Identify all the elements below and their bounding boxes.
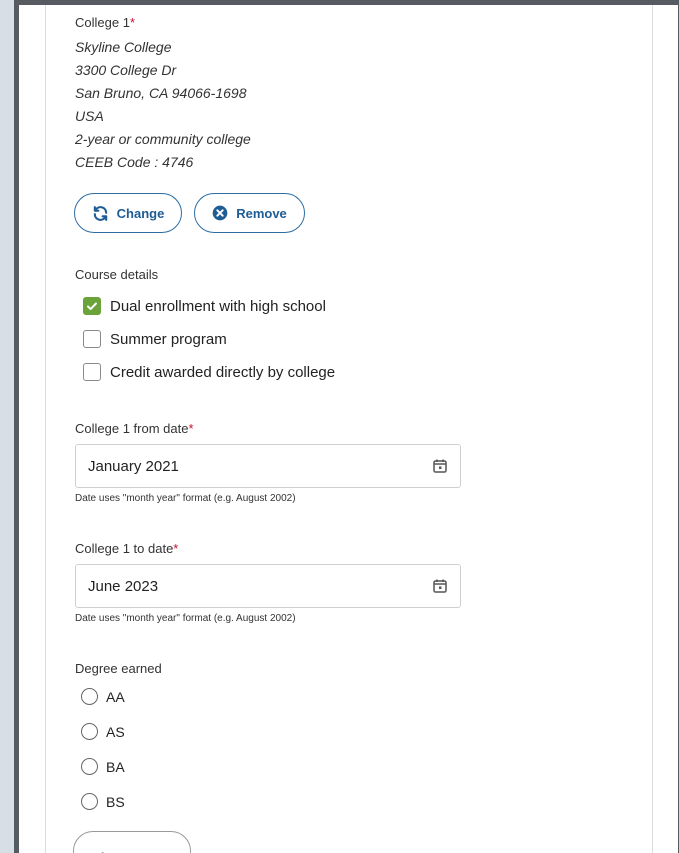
checkbox-box[interactable] (83, 363, 101, 381)
radio-button[interactable] (81, 688, 98, 705)
college-name: Skyline College (75, 39, 172, 55)
to-date-input[interactable]: June 2023 (75, 564, 461, 608)
checkbox-checked-icon[interactable] (83, 297, 101, 315)
to-date-value: June 2023 (88, 577, 159, 595)
radio-button[interactable] (81, 758, 98, 775)
radio-button[interactable] (81, 793, 98, 810)
checkbox-label: Dual enrollment with high school (110, 297, 326, 315)
radio-degree-aa[interactable]: AA (81, 688, 125, 705)
to-date-label: College 1 to date* (75, 541, 178, 556)
clear-answer-button[interactable]: Clear answer (73, 831, 191, 853)
calendar-icon[interactable] (432, 578, 448, 594)
remove-button-label: Remove (236, 205, 287, 221)
checkbox-label: Summer program (110, 330, 227, 348)
checkbox-summer-program[interactable]: Summer program (83, 330, 227, 348)
to-date-label-text: College 1 to date (75, 541, 174, 556)
college-label-text: College 1 (75, 15, 130, 30)
from-date-input[interactable]: January 2021 (75, 444, 461, 488)
course-details-label: Course details (75, 267, 159, 282)
remove-circle-icon (212, 205, 228, 221)
college-type: 2-year or community college (75, 131, 251, 147)
radio-label: BA (106, 758, 125, 775)
from-date-value: January 2021 (88, 457, 179, 475)
radio-degree-bs[interactable]: BS (81, 793, 125, 810)
panel-right-border (652, 5, 653, 853)
college-country: USA (75, 108, 104, 124)
refresh-icon (93, 205, 107, 221)
required-mark: * (188, 421, 194, 436)
form-panel: College 1* Skyline College 3300 College … (19, 5, 678, 853)
radio-label: AS (106, 723, 125, 740)
college-street: 3300 College Dr (75, 62, 177, 78)
checkbox-dual-enrollment[interactable]: Dual enrollment with high school (83, 297, 326, 315)
remove-button[interactable]: Remove (194, 193, 305, 233)
college-address: Skyline College 3300 College Dr San Brun… (75, 36, 251, 174)
checkbox-credit-by-college[interactable]: Credit awarded directly by college (83, 363, 335, 381)
checkbox-label: Credit awarded directly by college (110, 363, 336, 381)
from-date-hint: Date uses "month year" format (e.g. Augu… (75, 493, 296, 504)
radio-degree-as[interactable]: AS (81, 723, 125, 740)
college-label: College 1* (75, 15, 135, 30)
checkbox-box[interactable] (83, 330, 101, 348)
radio-degree-ba[interactable]: BA (81, 758, 125, 775)
degree-earned-label: Degree earned (75, 661, 162, 676)
calendar-icon[interactable] (432, 458, 448, 474)
required-mark: * (129, 15, 135, 30)
college-ceeb: CEEB Code : 4746 (75, 154, 194, 170)
panel-left-border (45, 5, 46, 853)
change-button[interactable]: Change (74, 193, 182, 233)
to-date-hint: Date uses "month year" format (e.g. Augu… (75, 613, 296, 624)
radio-button[interactable] (81, 723, 98, 740)
from-date-label-text: College 1 from date (75, 421, 189, 436)
required-mark: * (173, 541, 179, 556)
radio-label: BS (106, 793, 125, 810)
from-date-label: College 1 from date* (75, 421, 194, 436)
change-button-label: Change (116, 205, 165, 221)
radio-label: AA (106, 688, 125, 705)
college-city: San Bruno, CA 94066-1698 (75, 85, 247, 101)
